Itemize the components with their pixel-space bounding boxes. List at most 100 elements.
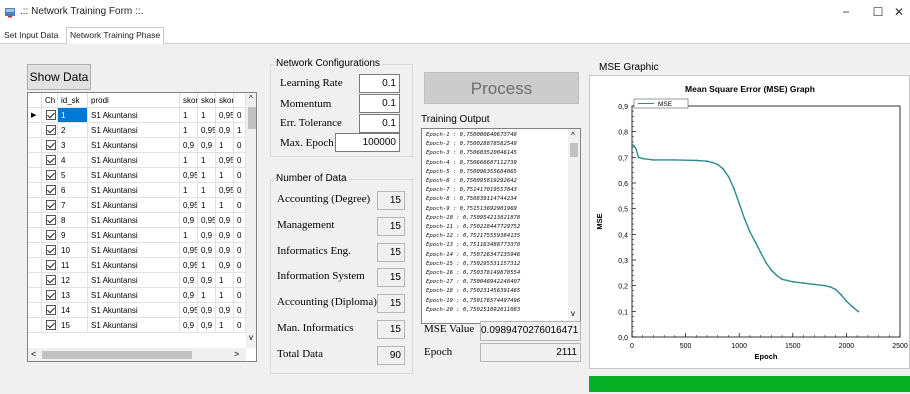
row-skor-4[interactable]: 1	[234, 123, 246, 138]
scroll-down-arrow-icon[interactable]: v	[249, 333, 253, 342]
checkbox-checked-icon[interactable]	[46, 215, 56, 225]
row-marker[interactable]	[28, 213, 42, 228]
row-checkbox[interactable]	[42, 243, 58, 258]
row-prodi[interactable]: S1 Akuntansi	[88, 213, 180, 228]
row-prodi[interactable]: S1 Akuntansi	[88, 318, 180, 333]
row-skor-1[interactable]: 1	[180, 183, 198, 198]
row-marker[interactable]	[28, 153, 42, 168]
row-marker[interactable]	[28, 318, 42, 333]
row-id[interactable]: 13	[58, 288, 88, 303]
row-prodi[interactable]: S1 Akuntansi	[88, 123, 180, 138]
grid-header-skor-3[interactable]: skor	[216, 93, 234, 108]
row-skor-1[interactable]: 1	[180, 228, 198, 243]
row-prodi[interactable]: S1 Akuntansi	[88, 198, 180, 213]
checkbox-checked-icon[interactable]	[46, 320, 56, 330]
scroll-up-arrow-icon[interactable]: ^	[249, 94, 253, 103]
scroll-thumb[interactable]	[248, 107, 256, 129]
grid-header-id[interactable]: id_sk	[58, 93, 88, 108]
row-id[interactable]: 2	[58, 123, 88, 138]
checkbox-checked-icon[interactable]	[46, 245, 56, 255]
row-skor-2[interactable]: 1	[198, 198, 216, 213]
row-marker[interactable]	[28, 183, 42, 198]
row-skor-3[interactable]: 0,95	[216, 108, 234, 123]
row-skor-2[interactable]: 0,9	[198, 228, 216, 243]
row-id[interactable]: 4	[58, 153, 88, 168]
row-skor-1[interactable]: 1	[180, 108, 198, 123]
row-skor-3[interactable]: 0,9	[216, 213, 234, 228]
row-checkbox[interactable]	[42, 153, 58, 168]
row-marker[interactable]: ▶	[28, 108, 42, 123]
grid-vertical-scrollbar[interactable]: ^ v	[246, 93, 256, 348]
row-skor-4[interactable]: 0	[234, 183, 246, 198]
row-id[interactable]: 11	[58, 258, 88, 273]
row-skor-2[interactable]: 0,9	[198, 138, 216, 153]
row-skor-4[interactable]: 0	[234, 168, 246, 183]
row-marker[interactable]	[28, 303, 42, 318]
scroll-up-arrow-icon[interactable]: ^	[571, 131, 575, 140]
row-skor-4[interactable]: 0	[234, 288, 246, 303]
row-skor-2[interactable]: 0,9	[198, 273, 216, 288]
row-id[interactable]: 15	[58, 318, 88, 333]
row-skor-4[interactable]: 0	[234, 228, 246, 243]
row-skor-2[interactable]: 0,95	[198, 213, 216, 228]
row-skor-2[interactable]: 0,9	[198, 303, 216, 318]
row-skor-3[interactable]: 0,9	[216, 123, 234, 138]
row-marker[interactable]	[28, 243, 42, 258]
scroll-thumb[interactable]	[570, 143, 578, 157]
row-checkbox[interactable]	[42, 198, 58, 213]
row-marker[interactable]	[28, 273, 42, 288]
row-skor-4[interactable]: 0	[234, 198, 246, 213]
row-skor-1[interactable]: 1	[180, 123, 198, 138]
row-skor-1[interactable]: 0,95	[180, 198, 198, 213]
row-id[interactable]: 9	[58, 228, 88, 243]
row-skor-1[interactable]: 0,9	[180, 138, 198, 153]
row-skor-1[interactable]: 0,9	[180, 318, 198, 333]
checkbox-checked-icon[interactable]	[46, 305, 56, 315]
checkbox-checked-icon[interactable]	[46, 200, 56, 210]
show-data-button[interactable]: Show Data	[27, 64, 91, 90]
checkbox-checked-icon[interactable]	[46, 290, 56, 300]
row-skor-1[interactable]: 0,95	[180, 303, 198, 318]
grid-header-skor-2[interactable]: skor	[198, 93, 216, 108]
row-skor-3[interactable]: 0,95	[216, 153, 234, 168]
row-prodi[interactable]: S1 Akuntansi	[88, 273, 180, 288]
row-prodi[interactable]: S1 Akuntansi	[88, 228, 180, 243]
row-checkbox[interactable]	[42, 168, 58, 183]
checkbox-checked-icon[interactable]	[46, 260, 56, 270]
row-skor-2[interactable]: 1	[198, 108, 216, 123]
row-skor-2[interactable]: 0,9	[198, 243, 216, 258]
row-marker[interactable]	[28, 198, 42, 213]
checkbox-checked-icon[interactable]	[46, 155, 56, 165]
row-checkbox[interactable]	[42, 183, 58, 198]
row-skor-4[interactable]: 0	[234, 318, 246, 333]
checkbox-checked-icon[interactable]	[46, 125, 56, 135]
row-skor-2[interactable]: 1	[198, 168, 216, 183]
row-id[interactable]: 7	[58, 198, 88, 213]
row-skor-3[interactable]: 1	[216, 198, 234, 213]
data-grid[interactable]: Ch id_sk prodi skor skor skor ▶ 1 S1 Akuntansi 1 1…	[27, 92, 257, 362]
row-checkbox[interactable]	[42, 138, 58, 153]
row-id[interactable]: 1	[58, 108, 88, 123]
row-skor-2[interactable]: 1	[198, 153, 216, 168]
grid-header-ch[interactable]: Ch	[42, 93, 58, 108]
row-skor-3[interactable]: 0,9	[216, 243, 234, 258]
momentum-input[interactable]: 0.1	[359, 94, 400, 113]
row-id[interactable]: 6	[58, 183, 88, 198]
checkbox-checked-icon[interactable]	[46, 230, 56, 240]
row-id[interactable]: 12	[58, 273, 88, 288]
row-skor-3[interactable]: 1	[216, 318, 234, 333]
minimize-button[interactable]: −	[830, 0, 862, 26]
row-skor-3[interactable]: 1	[216, 138, 234, 153]
grid-header-prodi[interactable]: prodi	[88, 93, 180, 108]
row-skor-4[interactable]: 0	[234, 273, 246, 288]
row-skor-3[interactable]: 1	[216, 273, 234, 288]
grid-horizontal-scrollbar[interactable]: < >	[28, 348, 246, 361]
row-skor-4[interactable]: 0	[234, 213, 246, 228]
row-checkbox[interactable]	[42, 288, 58, 303]
row-checkbox[interactable]	[42, 123, 58, 138]
row-marker[interactable]	[28, 123, 42, 138]
row-id[interactable]: 14	[58, 303, 88, 318]
row-skor-1[interactable]: 0,9	[180, 213, 198, 228]
row-marker[interactable]	[28, 168, 42, 183]
checkbox-checked-icon[interactable]	[46, 275, 56, 285]
